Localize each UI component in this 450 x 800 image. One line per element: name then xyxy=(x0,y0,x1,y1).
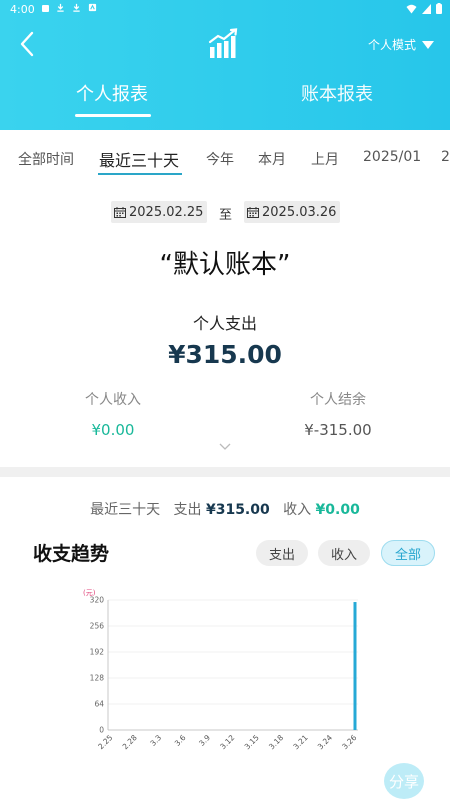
balance-summary: 个人结余 ¥-315.00 xyxy=(268,389,408,439)
x-tick-label: 3.24 xyxy=(316,733,334,751)
income-label: 个人收入 xyxy=(85,392,141,408)
period-selector: 全部时间 最近三十天 今年 本月 上月 2025/01 2 xyxy=(0,130,450,186)
tab-personal-report[interactable]: 个人报表 xyxy=(76,80,148,106)
x-tick-label: 3.21 xyxy=(291,733,309,751)
expense-label: 个人支出 xyxy=(192,314,257,333)
period-this-month[interactable]: 本月 xyxy=(258,149,286,169)
summary-expense-label: 支出 xyxy=(173,502,202,518)
x-tick-label: 3.26 xyxy=(340,733,358,751)
notification-icons xyxy=(42,3,97,12)
filter-expense-button[interactable]: 支出 xyxy=(256,540,308,566)
period-next[interactable]: 2 xyxy=(441,149,450,165)
y-tick-label: 128 xyxy=(90,674,105,683)
x-tick-label: 3.6 xyxy=(173,733,188,748)
summary-expense-value: ¥315.00 xyxy=(205,502,270,518)
income-summary: 个人收入 ¥0.00 xyxy=(43,389,183,439)
y-tick-label: 256 xyxy=(90,622,105,631)
mode-label: 个人模式 xyxy=(367,38,416,52)
end-date: 2025.03.26 xyxy=(262,204,337,220)
active-period-indicator xyxy=(98,173,182,175)
summary-income-value: ¥0.00 xyxy=(315,502,360,518)
x-tick-label: 2.28 xyxy=(121,733,139,751)
balance-value: ¥-315.00 xyxy=(304,421,372,439)
status-time: 4:00 xyxy=(10,3,35,16)
period-summary: 最近三十天 支出 ¥315.00 收入 ¥0.00 xyxy=(0,499,450,519)
active-tab-indicator xyxy=(75,114,151,117)
x-tick-label: 3.9 xyxy=(197,733,212,748)
date-separator: 至 xyxy=(219,208,233,223)
x-tick-label: 2.25 xyxy=(96,733,114,751)
header: 4:00 个人模式 个人报表 账本报表 xyxy=(0,0,450,130)
summary-period: 最近三十天 xyxy=(90,502,161,518)
expense-value: ¥315.00 xyxy=(168,340,282,369)
start-date-picker[interactable]: 2025.02.25 xyxy=(111,201,208,223)
caret-down-icon xyxy=(422,40,434,49)
status-bar: 4:00 xyxy=(0,0,450,20)
filter-income-button[interactable]: 收入 xyxy=(318,540,370,566)
notification-square-icon xyxy=(42,4,49,12)
mode-selector[interactable]: 个人模式 xyxy=(368,36,434,53)
wifi-icon xyxy=(406,4,417,13)
trend-chart: (元)0641281922563202.25 2.28 3.3 3.6 3.9 3.12 3… xyxy=(83,589,359,751)
x-tick-label: 3.3 xyxy=(148,733,163,748)
bar xyxy=(353,602,357,730)
share-button[interactable]: 分享 xyxy=(384,763,424,799)
book-name: “默认账本” xyxy=(159,250,291,280)
report-tabs: 个人报表 账本报表 xyxy=(0,80,450,120)
y-tick-label: 320 xyxy=(90,596,105,605)
x-tick-label: 3.12 xyxy=(218,733,236,751)
tab-book-report[interactable]: 账本报表 xyxy=(301,80,373,106)
date-range: 2025.02.25 至 2025.03.26 xyxy=(0,201,450,223)
period-all-time[interactable]: 全部时间 xyxy=(18,149,74,169)
y-tick-label: 64 xyxy=(94,700,104,709)
trend-title: 收支趋势 xyxy=(33,543,110,565)
signal-icon xyxy=(422,3,431,14)
expand-chevron-icon[interactable] xyxy=(219,443,231,451)
x-tick-label: 3.15 xyxy=(243,733,261,751)
period-last-30-days[interactable]: 最近三十天 xyxy=(99,147,179,171)
battery-icon xyxy=(436,3,442,14)
period-last-month[interactable]: 上月 xyxy=(311,149,339,169)
income-value: ¥0.00 xyxy=(91,421,135,439)
status-right-icons xyxy=(406,3,442,14)
start-date: 2025.02.25 xyxy=(129,204,204,220)
y-tick-label: 192 xyxy=(90,648,105,657)
app-notification-icon xyxy=(88,3,97,12)
section-divider xyxy=(0,467,450,477)
x-tick-label: 3.18 xyxy=(267,733,285,751)
balance-label: 个人结余 xyxy=(310,392,366,408)
download-icon xyxy=(57,3,64,12)
download-icon xyxy=(73,3,80,12)
calendar-icon xyxy=(247,206,259,218)
chart-logo-icon xyxy=(208,28,238,58)
y-tick-label: 0 xyxy=(99,726,104,735)
period-2025-01[interactable]: 2025/01 xyxy=(363,149,421,165)
calendar-icon xyxy=(114,206,126,218)
filter-all-button[interactable]: 全部 xyxy=(381,540,435,566)
back-arrow-icon[interactable] xyxy=(14,30,42,58)
summary-income-label: 收入 xyxy=(283,502,312,518)
period-this-year[interactable]: 今年 xyxy=(206,149,234,169)
end-date-picker[interactable]: 2025.03.26 xyxy=(244,201,341,223)
